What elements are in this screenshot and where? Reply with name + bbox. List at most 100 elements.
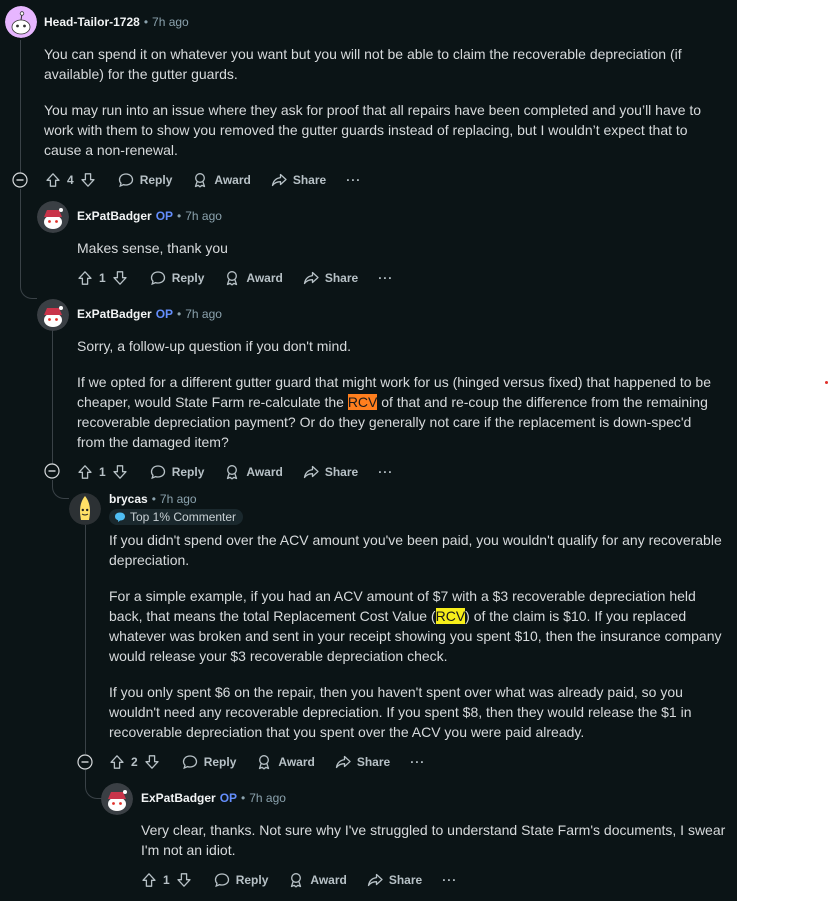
user-avatar[interactable]	[69, 493, 101, 525]
comment-meta: ExPatBadger OP • 7h ago	[77, 305, 222, 323]
red-dot	[825, 381, 828, 384]
comment-meta: Head-Tailor-1728 • 7h ago	[44, 13, 189, 31]
op-badge: OP	[155, 307, 174, 321]
comment-actions: 1 Reply Award Share ···	[141, 869, 457, 891]
comment-paragraph: You may run into an issue where they ask…	[44, 102, 702, 158]
thread-branch	[85, 784, 102, 799]
comment-paragraph: You can spend it on whatever you want bu…	[44, 46, 682, 82]
more-options-button[interactable]: ···	[346, 173, 361, 187]
meta-separator: •	[241, 791, 246, 805]
rcv-highlight[interactable]: RCV	[435, 608, 466, 624]
comment-body: If you didn't spend over the ACV amount …	[109, 530, 729, 742]
thread-line[interactable]	[20, 40, 21, 173]
award-icon	[227, 271, 238, 286]
vote-count: 2	[131, 755, 138, 769]
timestamp[interactable]: 7h ago	[249, 791, 286, 805]
comment-paragraph: If you only spent $6 on the repair, then…	[109, 684, 692, 740]
comment-body: Makes sense, thank you	[77, 238, 717, 258]
vote-group: 1	[141, 872, 192, 888]
upvote-icon[interactable]	[109, 754, 125, 770]
timestamp[interactable]: 7h ago	[185, 209, 222, 223]
award-label: Award	[278, 755, 315, 769]
thread-line[interactable]	[85, 770, 86, 784]
vote-count: 1	[99, 465, 106, 479]
more-options-button[interactable]: ···	[410, 755, 425, 769]
rcv-highlight[interactable]: RCV	[347, 394, 378, 410]
award-icon	[227, 465, 238, 480]
share-button[interactable]: Share	[271, 172, 326, 188]
username[interactable]: brycas	[109, 492, 148, 506]
comment-paragraph: Very clear, thanks. Not sure why I've st…	[141, 822, 726, 858]
award-label: Award	[246, 465, 283, 479]
username[interactable]: Head-Tailor-1728	[44, 15, 140, 29]
reply-button[interactable]: Reply	[214, 872, 268, 888]
more-options-button[interactable]: ···	[442, 873, 457, 887]
award-icon	[291, 873, 302, 888]
username[interactable]: ExPatBadger	[141, 791, 216, 805]
more-options-button[interactable]: ···	[378, 271, 393, 285]
downvote-icon[interactable]	[80, 172, 96, 188]
thread-line[interactable]	[20, 189, 21, 284]
award-icon	[259, 755, 270, 770]
upvote-icon[interactable]	[77, 270, 93, 286]
user-avatar[interactable]	[37, 299, 69, 331]
share-icon	[303, 271, 319, 285]
award-button[interactable]: Award	[224, 270, 283, 286]
comment-actions: 2 Reply Award Share ···	[109, 751, 425, 773]
comment-meta: ExPatBadger OP • 7h ago	[77, 207, 222, 225]
share-icon	[335, 755, 351, 769]
share-icon	[303, 465, 319, 479]
comment-body: Sorry, a follow-up question if you don't…	[77, 336, 717, 452]
meta-separator: •	[151, 492, 156, 506]
reply-button[interactable]: Reply	[182, 754, 236, 770]
reply-icon	[182, 755, 197, 770]
reply-button[interactable]: Reply	[150, 270, 204, 286]
downvote-icon[interactable]	[112, 464, 128, 480]
reply-icon	[150, 271, 165, 286]
user-avatar[interactable]	[37, 201, 69, 233]
upvote-icon[interactable]	[77, 464, 93, 480]
comment-paragraph: Makes sense, thank you	[77, 240, 228, 256]
award-label: Award	[246, 271, 283, 285]
vote-group: 4	[45, 172, 96, 188]
award-button[interactable]: Award	[288, 872, 347, 888]
timestamp[interactable]: 7h ago	[160, 492, 197, 506]
user-avatar[interactable]	[101, 783, 133, 815]
reply-button[interactable]: Reply	[118, 172, 172, 188]
username[interactable]: ExPatBadger	[77, 307, 152, 321]
award-button[interactable]: Award	[224, 464, 283, 480]
share-button[interactable]: Share	[303, 270, 358, 286]
collapse-icon[interactable]	[77, 754, 93, 770]
share-button[interactable]: Share	[367, 872, 422, 888]
downvote-icon[interactable]	[176, 872, 192, 888]
timestamp[interactable]: 7h ago	[185, 307, 222, 321]
downvote-icon[interactable]	[144, 754, 160, 770]
collapse-icon[interactable]	[44, 463, 60, 479]
vote-count: 1	[99, 271, 106, 285]
comment-paragraph: For a simple example, if you had an ACV …	[109, 586, 729, 666]
share-button[interactable]: Share	[335, 754, 390, 770]
thread-branch	[52, 484, 69, 499]
meta-separator: •	[143, 15, 149, 29]
reply-button[interactable]: Reply	[150, 464, 204, 480]
comment-paragraph: If we opted for a different gutter guard…	[77, 372, 717, 452]
more-options-button[interactable]: ···	[378, 465, 393, 479]
award-icon	[195, 173, 206, 188]
comment-thread: Head-Tailor-1728 • 7h ago You can spend …	[0, 0, 737, 901]
upvote-icon[interactable]	[45, 172, 61, 188]
user-avatar[interactable]	[5, 6, 37, 38]
downvote-icon[interactable]	[112, 270, 128, 286]
thread-line[interactable]	[85, 525, 86, 754]
comment-meta: ExPatBadger OP • 7h ago	[141, 789, 286, 807]
collapse-icon[interactable]	[12, 172, 28, 188]
share-icon	[271, 173, 287, 187]
timestamp[interactable]: 7h ago	[152, 15, 189, 29]
username[interactable]: ExPatBadger	[77, 209, 152, 223]
thread-line[interactable]	[52, 330, 53, 464]
award-button[interactable]: Award	[192, 172, 251, 188]
comment-body: You can spend it on whatever you want bu…	[44, 44, 714, 160]
share-button[interactable]: Share	[303, 464, 358, 480]
top-commenter-badge[interactable]: Top 1% Commenter	[109, 509, 244, 525]
upvote-icon[interactable]	[141, 872, 157, 888]
award-button[interactable]: Award	[256, 754, 315, 770]
